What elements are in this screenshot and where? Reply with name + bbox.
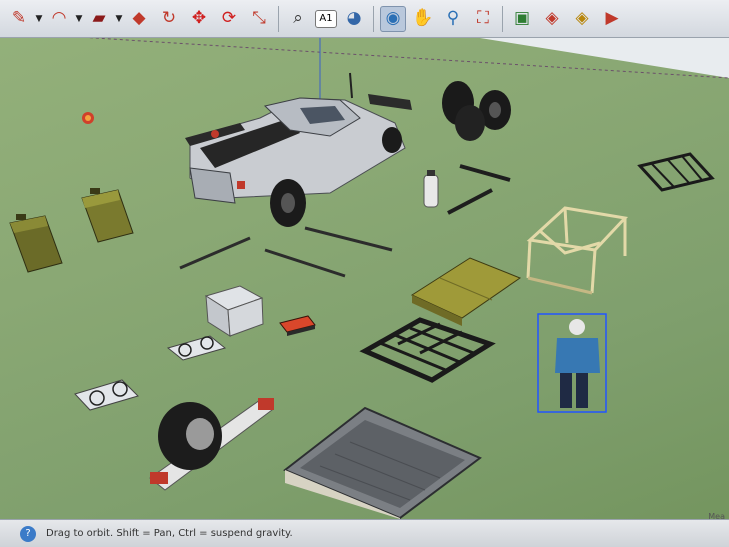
roll-cage-model[interactable] xyxy=(526,206,629,295)
push-pull-icon[interactable]: ◆ xyxy=(126,6,152,32)
text-tool-button[interactable]: A1 xyxy=(315,9,337,28)
measurements-label: Mea xyxy=(708,512,725,521)
red-device-model[interactable] xyxy=(279,315,316,336)
zoom-extents-icon[interactable]: ⛶ xyxy=(470,6,496,32)
pickup-truck-model[interactable] xyxy=(185,72,412,227)
zoom-icon[interactable]: ⚲ xyxy=(440,6,466,32)
model-viewport[interactable] xyxy=(0,38,729,519)
chevron-down-icon[interactable]: ▼ xyxy=(74,14,84,24)
gas-bottle-model[interactable] xyxy=(423,170,439,208)
stove-model[interactable] xyxy=(166,335,227,361)
chevron-down-icon[interactable]: ▼ xyxy=(114,14,124,24)
stove-model[interactable] xyxy=(74,379,139,411)
fridge-box-model[interactable] xyxy=(204,285,264,337)
roof-rack-bar-model[interactable] xyxy=(179,226,393,278)
orbit-icon[interactable]: ◉ xyxy=(380,5,406,32)
jerry-can-right[interactable] xyxy=(81,188,134,243)
warehouse-icon[interactable]: ▣ xyxy=(509,6,535,32)
paint-bucket-icon[interactable]: ◕ xyxy=(341,6,367,32)
rail-bar-model[interactable] xyxy=(459,164,511,182)
share-model-icon[interactable]: ◈ xyxy=(569,6,595,32)
axes-origin-marker xyxy=(82,112,94,124)
jerry-can-left[interactable] xyxy=(9,214,63,273)
truck-bed-model[interactable] xyxy=(283,406,482,519)
toolbar-separator xyxy=(278,5,279,32)
move-icon[interactable]: ✥ xyxy=(186,6,212,32)
get-models-icon[interactable]: ◈ xyxy=(539,6,565,32)
help-icon[interactable]: ? xyxy=(20,525,36,542)
pencil-icon[interactable]: ✎ xyxy=(6,6,32,32)
follow-me-icon[interactable]: ↻ xyxy=(156,6,182,32)
extension-icon[interactable]: ▶ xyxy=(599,6,625,32)
tire-stack-model[interactable] xyxy=(442,81,511,141)
mattress-model[interactable] xyxy=(410,257,522,326)
sky-area xyxy=(480,38,729,78)
tape-measure-icon[interactable]: ⌕ xyxy=(285,6,311,32)
small-rack-model[interactable] xyxy=(637,152,715,192)
chevron-down-icon[interactable]: ▼ xyxy=(34,14,44,24)
spare-tire-carrier-model[interactable] xyxy=(149,398,274,491)
pan-icon[interactable]: ✋ xyxy=(410,6,436,32)
text-tool-label: A1 xyxy=(319,12,333,24)
person-figure-model[interactable] xyxy=(537,313,607,413)
scale-icon[interactable]: ⤡ xyxy=(246,6,272,32)
roof-rack-model[interactable] xyxy=(359,317,496,383)
status-bar: ? Drag to orbit. Shift = Pan, Ctrl = sus… xyxy=(0,519,729,547)
rectangle-icon[interactable]: ▰ xyxy=(86,6,112,32)
rotate-icon[interactable]: ⟳ xyxy=(216,6,242,32)
scene-canvas[interactable] xyxy=(0,38,729,519)
toolbar-separator xyxy=(373,5,374,32)
main-toolbar: ✎ ▼ ◠ ▼ ▰ ▼ ◆ ↻ ✥ ⟳ ⤡ ⌕ A1 ◕ ◉ ✋ ⚲ ⛶ ▣ ◈… xyxy=(0,0,729,38)
rail-bar-model[interactable] xyxy=(447,188,493,215)
toolbar-separator xyxy=(502,5,503,32)
status-message: Drag to orbit. Shift = Pan, Ctrl = suspe… xyxy=(46,528,293,539)
arc-icon[interactable]: ◠ xyxy=(46,6,72,32)
